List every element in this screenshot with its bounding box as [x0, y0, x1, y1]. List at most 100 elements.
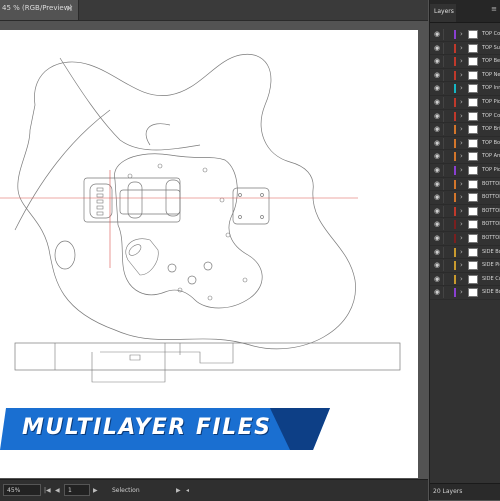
- layer-color-bar: [454, 125, 456, 135]
- layer-row[interactable]: ◉ › BOTTOM: [430, 218, 500, 232]
- row-divider: [443, 137, 444, 149]
- status-arrow-icon[interactable]: ▶: [176, 487, 181, 494]
- layer-name: TOP Neck: [482, 71, 500, 78]
- expand-chevron-icon[interactable]: ›: [460, 233, 463, 243]
- layer-row[interactable]: ◉ › TOP Sustain: [430, 42, 500, 56]
- layer-row[interactable]: ◉ › SIDE Body: [430, 246, 500, 260]
- layer-row[interactable]: ◉ › TOP Inner: [430, 82, 500, 96]
- expand-chevron-icon[interactable]: ›: [460, 192, 463, 202]
- tone-knob-1: [187, 275, 197, 285]
- layer-thumbnail: [468, 84, 478, 94]
- layer-row[interactable]: ◉ › TOP Body: [430, 137, 500, 151]
- first-page-icon[interactable]: |◀: [44, 487, 51, 494]
- visibility-eye-icon[interactable]: ◉: [434, 220, 440, 228]
- expand-chevron-icon[interactable]: ›: [460, 83, 463, 93]
- visibility-eye-icon[interactable]: ◉: [434, 98, 440, 106]
- row-divider: [443, 83, 444, 95]
- layer-color-bar: [454, 111, 456, 121]
- document-tab[interactable]: 45 % (RGB/Preview) ×: [0, 0, 79, 20]
- layer-row[interactable]: ◉ › TOP Pickup: [430, 96, 500, 110]
- expand-chevron-icon[interactable]: ›: [460, 151, 463, 161]
- layer-row[interactable]: ◉ › TOP Contour: [430, 110, 500, 124]
- layer-name: BOTTOM: [482, 221, 500, 228]
- expand-chevron-icon[interactable]: ›: [460, 274, 463, 284]
- visibility-eye-icon[interactable]: ◉: [434, 275, 440, 283]
- layer-row[interactable]: ◉ › TOP Bevel: [430, 55, 500, 69]
- visibility-eye-icon[interactable]: ◉: [434, 112, 440, 120]
- layer-name: TOP Arm: [482, 153, 500, 160]
- visibility-eye-icon[interactable]: ◉: [434, 139, 440, 147]
- prev-page-icon[interactable]: ◀: [55, 487, 60, 494]
- layer-row[interactable]: ◉ › SIDE Pickup: [430, 259, 500, 273]
- panel-footer: 20 Layers: [430, 483, 500, 500]
- visibility-eye-icon[interactable]: ◉: [434, 30, 440, 38]
- expand-chevron-icon[interactable]: ›: [460, 70, 463, 80]
- expand-chevron-icon[interactable]: ›: [460, 138, 463, 148]
- page-field[interactable]: 1: [64, 484, 90, 496]
- layer-color-bar: [454, 165, 456, 175]
- status-menu-icon[interactable]: ◂: [186, 487, 189, 494]
- layer-row[interactable]: ◉ › TOP Pickguard: [430, 164, 500, 178]
- panel-header: Layers ≡: [430, 0, 500, 23]
- expand-chevron-icon[interactable]: ›: [460, 179, 463, 189]
- layer-thumbnail: [468, 125, 478, 135]
- expand-chevron-icon[interactable]: ›: [460, 219, 463, 229]
- layer-row[interactable]: ◉ › BOTTOM: [430, 232, 500, 246]
- row-divider: [443, 56, 444, 68]
- layer-row[interactable]: ◉ › BOTTOM: [430, 205, 500, 219]
- middle-pickup: [127, 181, 143, 219]
- visibility-eye-icon[interactable]: ◉: [434, 193, 440, 201]
- expand-chevron-icon[interactable]: ›: [460, 124, 463, 134]
- visibility-eye-icon[interactable]: ◉: [434, 248, 440, 256]
- row-divider: [443, 192, 444, 204]
- volume-knob: [167, 263, 177, 273]
- expand-chevron-icon[interactable]: ›: [460, 97, 463, 107]
- visibility-eye-icon[interactable]: ◉: [434, 57, 440, 65]
- layer-name: TOP Inner: [482, 85, 500, 92]
- page-value: 1: [68, 487, 72, 494]
- expand-chevron-icon[interactable]: ›: [460, 29, 463, 39]
- expand-chevron-icon[interactable]: ›: [460, 56, 463, 66]
- layer-row[interactable]: ◉ › SIDE Cut: [430, 273, 500, 287]
- layer-color-bar: [454, 70, 456, 80]
- layer-row[interactable]: ◉ › SIDE Body: [430, 286, 500, 300]
- visibility-eye-icon[interactable]: ◉: [434, 261, 440, 269]
- visibility-eye-icon[interactable]: ◉: [434, 71, 440, 79]
- expand-chevron-icon[interactable]: ›: [460, 165, 463, 175]
- zoom-field[interactable]: 45%: [3, 484, 41, 496]
- expand-chevron-icon[interactable]: ›: [460, 111, 463, 121]
- visibility-eye-icon[interactable]: ◉: [434, 207, 440, 215]
- visibility-eye-icon[interactable]: ◉: [434, 44, 440, 52]
- close-icon[interactable]: ×: [66, 3, 74, 15]
- layer-row[interactable]: ◉ › TOP Arm: [430, 150, 500, 164]
- visibility-eye-icon[interactable]: ◉: [434, 234, 440, 242]
- visibility-eye-icon[interactable]: ◉: [434, 84, 440, 92]
- layer-row[interactable]: ◉ › TOP Bridge: [430, 123, 500, 137]
- next-page-icon[interactable]: ▶: [93, 487, 98, 494]
- layer-row[interactable]: ◉ › BOTTOM: [430, 191, 500, 205]
- layers-panel-tab[interactable]: Layers: [430, 4, 456, 22]
- visibility-eye-icon[interactable]: ◉: [434, 152, 440, 160]
- panel-title: Layers: [434, 8, 454, 15]
- layer-row[interactable]: ◉ › TOP Control: [430, 28, 500, 42]
- banner-text: MULTILAYER FILES: [22, 415, 272, 440]
- layer-name: TOP Bridge: [482, 126, 500, 133]
- layer-row[interactable]: ◉ › TOP Neck: [430, 69, 500, 83]
- visibility-eye-icon[interactable]: ◉: [434, 288, 440, 296]
- expand-chevron-icon[interactable]: ›: [460, 287, 463, 297]
- layer-name: TOP Pickup: [482, 98, 500, 105]
- expand-chevron-icon[interactable]: ›: [460, 43, 463, 53]
- layer-name: SIDE Pickup: [482, 262, 500, 269]
- panel-menu-icon[interactable]: ≡: [491, 5, 497, 13]
- layer-name: TOP Control: [482, 31, 500, 37]
- visibility-eye-icon[interactable]: ◉: [434, 166, 440, 174]
- expand-chevron-icon[interactable]: ›: [460, 260, 463, 270]
- layer-thumbnail: [468, 138, 478, 148]
- visibility-eye-icon[interactable]: ◉: [434, 180, 440, 188]
- layer-row[interactable]: ◉ › BOTTOM: [430, 178, 500, 192]
- layer-color-bar: [454, 233, 456, 243]
- layer-thumbnail: [468, 152, 478, 162]
- expand-chevron-icon[interactable]: ›: [460, 206, 463, 216]
- expand-chevron-icon[interactable]: ›: [460, 247, 463, 257]
- visibility-eye-icon[interactable]: ◉: [434, 125, 440, 133]
